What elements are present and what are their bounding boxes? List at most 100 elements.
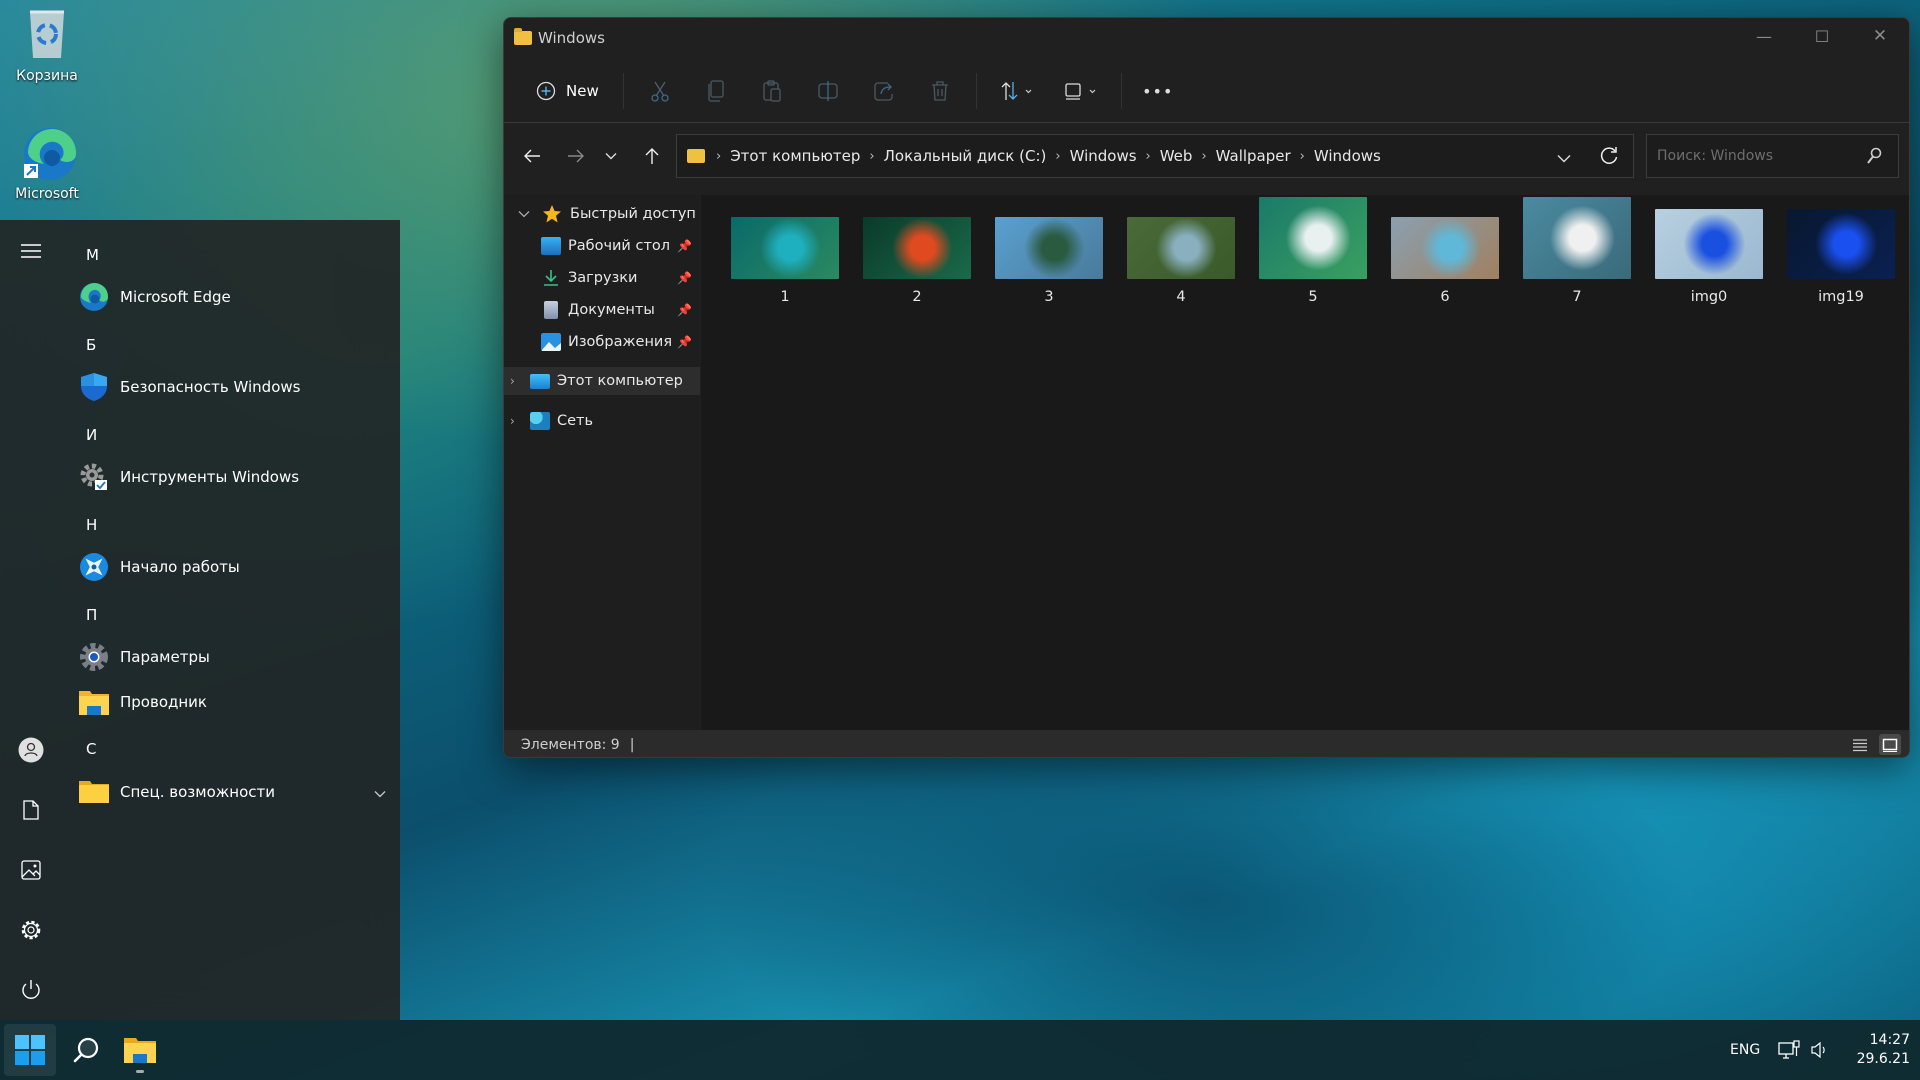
nav-label: Изображения xyxy=(568,334,673,350)
pin-icon[interactable]: 📌 xyxy=(677,303,692,317)
nav-pictures[interactable]: Изображения 📌 xyxy=(504,328,700,356)
up-button[interactable] xyxy=(634,134,670,178)
app-windows-security[interactable]: Безопасность Windows xyxy=(78,367,378,407)
sort-button[interactable] xyxy=(985,71,1049,111)
new-button[interactable]: New xyxy=(526,71,611,111)
nav-this-pc[interactable]: › Этот компьютер xyxy=(504,367,700,395)
documents-icon xyxy=(544,301,558,319)
breadcrumb-wallpaper[interactable]: Wallpaper xyxy=(1216,147,1291,165)
more-options-button[interactable]: ••• xyxy=(1130,71,1186,111)
group-letter[interactable]: П xyxy=(86,606,97,624)
address-bar[interactable]: › Этот компьютер › Локальный диск (C:) ›… xyxy=(676,134,1634,178)
network-tray-button[interactable] xyxy=(1778,1020,1800,1080)
delete-button[interactable] xyxy=(912,71,968,111)
group-letter[interactable]: С xyxy=(86,740,96,758)
refresh-button[interactable] xyxy=(1599,146,1619,170)
breadcrumb-windows[interactable]: Windows xyxy=(1070,147,1137,165)
large-icons-view-button[interactable] xyxy=(1879,734,1901,755)
chevron-down-icon xyxy=(1557,155,1571,163)
file-item[interactable]: 5 xyxy=(1257,195,1369,305)
breadcrumb-current[interactable]: Windows xyxy=(1314,147,1381,165)
volume-tray-button[interactable] xyxy=(1810,1020,1828,1080)
user-account-button[interactable] xyxy=(16,735,46,765)
breadcrumb-local-disk[interactable]: Локальный диск (C:) xyxy=(884,147,1047,165)
address-history-dropdown[interactable] xyxy=(1557,149,1571,167)
view-button[interactable] xyxy=(1049,71,1113,111)
breadcrumb-web[interactable]: Web xyxy=(1160,147,1193,165)
file-item[interactable]: img19 xyxy=(1785,195,1897,305)
details-view-button[interactable] xyxy=(1849,734,1871,755)
settings-button[interactable] xyxy=(16,915,46,945)
forward-button[interactable] xyxy=(558,134,594,178)
breadcrumb-this-pc[interactable]: Этот компьютер xyxy=(730,147,860,165)
file-item[interactable]: 2 xyxy=(861,195,973,305)
desktop-icon-edge[interactable]: Microsoft xyxy=(8,126,86,202)
nav-downloads[interactable]: Загрузки 📌 xyxy=(504,264,700,292)
pin-icon[interactable]: 📌 xyxy=(677,239,692,253)
file-thumbnail xyxy=(995,217,1103,279)
rename-button[interactable] xyxy=(800,71,856,111)
paste-button[interactable] xyxy=(744,71,800,111)
desktop-icon-recycle-bin[interactable]: Корзина xyxy=(8,8,86,84)
recent-locations-button[interactable] xyxy=(598,134,624,178)
expand-chevron-icon[interactable] xyxy=(374,784,386,802)
search-icon xyxy=(1866,147,1882,169)
search-input[interactable]: Поиск: Windows xyxy=(1646,134,1899,178)
pin-icon[interactable]: 📌 xyxy=(677,271,692,285)
file-item[interactable]: 3 xyxy=(993,195,1105,305)
group-letter[interactable]: Н xyxy=(86,516,97,534)
command-bar: New ••• xyxy=(504,66,1909,116)
group-letter[interactable]: M xyxy=(86,246,99,264)
pictures-icon xyxy=(541,333,561,351)
power-button[interactable] xyxy=(16,975,46,1005)
chevron-right-icon: › xyxy=(716,148,722,164)
app-label: Параметры xyxy=(120,648,210,666)
back-button[interactable] xyxy=(514,134,550,178)
file-item[interactable]: 6 xyxy=(1389,195,1501,305)
nav-desktop[interactable]: Рабочий стол 📌 xyxy=(504,232,700,260)
menu-button[interactable] xyxy=(16,236,46,266)
documents-button[interactable] xyxy=(16,795,46,825)
app-microsoft-edge[interactable]: Microsoft Edge xyxy=(78,277,378,317)
list-view-icon xyxy=(1853,738,1867,751)
copy-button[interactable] xyxy=(688,71,744,111)
start-button[interactable] xyxy=(4,1024,56,1076)
pin-icon[interactable]: 📌 xyxy=(677,335,692,349)
edge-icon xyxy=(78,281,110,313)
star-icon xyxy=(543,205,561,223)
nav-network[interactable]: › Сеть xyxy=(504,407,700,435)
nav-label: Документы xyxy=(568,302,655,318)
share-button[interactable] xyxy=(856,71,912,111)
app-accessibility-folder[interactable]: Спец. возможности xyxy=(78,772,386,812)
app-windows-tools[interactable]: Инструменты Windows xyxy=(78,457,378,497)
title-bar[interactable]: Windows xyxy=(504,18,1909,58)
app-settings[interactable]: Параметры xyxy=(78,637,378,677)
nav-documents[interactable]: Документы 📌 xyxy=(504,296,700,324)
nav-quick-access[interactable]: Быстрый доступ xyxy=(504,200,700,228)
app-get-started[interactable]: Начало работы xyxy=(78,547,378,587)
language-indicator[interactable]: ENG xyxy=(1730,1020,1760,1080)
search-button[interactable] xyxy=(60,1024,112,1076)
minimize-button[interactable]: — xyxy=(1735,18,1793,54)
taskbar-file-explorer[interactable] xyxy=(114,1024,166,1076)
file-item[interactable]: 1 xyxy=(729,195,841,305)
clock[interactable]: 14:27 29.6.21 xyxy=(1848,1020,1910,1080)
sort-icon xyxy=(1001,82,1032,100)
maximize-button[interactable]: ☐ xyxy=(1793,18,1851,54)
pictures-button[interactable] xyxy=(16,855,46,885)
cut-button[interactable] xyxy=(632,71,688,111)
recycle-bin-icon xyxy=(22,8,72,62)
status-bar: Элементов: 9 | xyxy=(504,730,1909,757)
file-item[interactable]: 7 xyxy=(1521,195,1633,305)
chevron-right-icon: › xyxy=(1201,148,1207,164)
group-letter[interactable]: И xyxy=(86,426,97,444)
group-letter[interactable]: Б xyxy=(86,336,96,354)
close-button[interactable]: ✕ xyxy=(1851,18,1909,54)
shield-icon xyxy=(78,371,110,403)
trash-icon xyxy=(931,81,948,101)
navigation-pane: Быстрый доступ Рабочий стол 📌 Загрузки 📌… xyxy=(504,195,700,730)
file-name: 2 xyxy=(912,289,922,305)
app-file-explorer[interactable]: Проводник xyxy=(78,682,378,722)
file-item[interactable]: img0 xyxy=(1653,195,1765,305)
file-item[interactable]: 4 xyxy=(1125,195,1237,305)
